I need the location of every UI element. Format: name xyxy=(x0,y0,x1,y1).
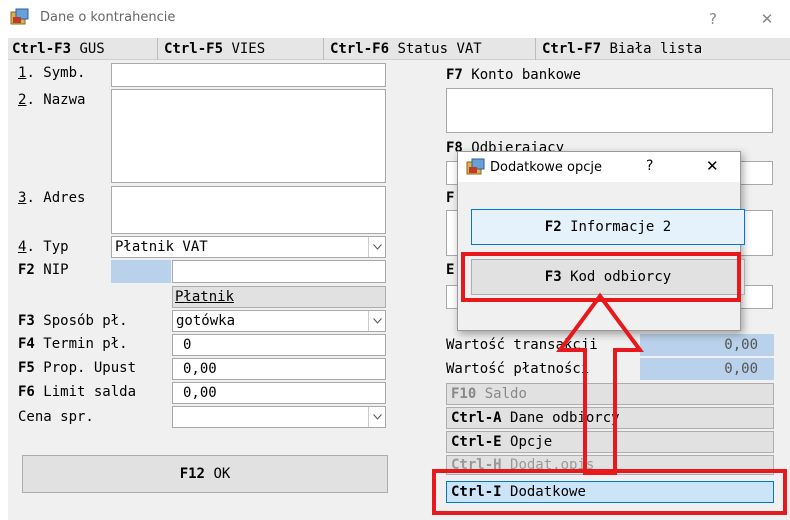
window-title: Dane o kontrahencie xyxy=(40,10,176,25)
chevron-down-icon[interactable] xyxy=(368,407,385,427)
symb-label: 1. Symb. xyxy=(18,65,86,81)
app-icon xyxy=(10,8,30,26)
nip-label: F2 NIP xyxy=(18,262,69,278)
termin-input[interactable]: 0 xyxy=(172,334,386,356)
dialog-close-button[interactable]: ✕ xyxy=(706,157,719,175)
sposob-select[interactable]: gotówka xyxy=(172,310,386,332)
adres-input[interactable] xyxy=(111,186,386,234)
vies-button[interactable]: Ctrl-F5 VIES xyxy=(160,38,324,60)
f9-label-partial: F xyxy=(446,190,455,206)
prop-label: F5 Prop. Upust xyxy=(18,360,137,376)
platnik-label: Płatnik xyxy=(175,289,235,305)
e-label-partial: E xyxy=(446,262,455,278)
sposob-value: gotówka xyxy=(176,313,236,329)
typ-select[interactable]: Płatnik VAT xyxy=(111,236,386,258)
dialog-title: Dodatkowe opcje xyxy=(490,160,603,175)
platnik-button[interactable]: Płatnik xyxy=(172,286,386,308)
help-button[interactable]: ? xyxy=(698,6,728,32)
limit-input[interactable]: 0,00 xyxy=(172,382,386,404)
nip-input[interactable] xyxy=(172,260,386,283)
symb-input[interactable] xyxy=(111,63,386,87)
informacje-2-button[interactable]: F2 Informacje 2 xyxy=(471,209,745,245)
konto-input[interactable] xyxy=(446,88,773,133)
chevron-down-icon[interactable] xyxy=(368,311,385,331)
chevron-down-icon[interactable] xyxy=(368,237,385,257)
limit-label: F6 Limit salda xyxy=(18,384,137,400)
dialog-app-icon xyxy=(466,158,486,176)
termin-label: F4 Termin pł. xyxy=(18,336,128,352)
cena-select[interactable] xyxy=(172,406,386,428)
typ-label: 4. Typ xyxy=(18,239,69,255)
biala-label: Biała lista xyxy=(609,41,703,57)
nip-prefix-field[interactable] xyxy=(111,260,171,283)
sposob-label: F3 Sposób pł. xyxy=(18,313,128,329)
vat-label: Status VAT xyxy=(397,41,482,57)
cena-label: Cena spr. xyxy=(18,409,94,425)
ok-button[interactable]: F12 OK xyxy=(22,455,388,493)
dialog-help-button[interactable]: ? xyxy=(646,158,653,174)
vat-key: Ctrl-F6 xyxy=(330,41,390,57)
nazwa-input[interactable] xyxy=(111,89,386,183)
annotation-arrow-icon xyxy=(556,292,644,475)
status-vat-button[interactable]: Ctrl-F6 Status VAT xyxy=(326,38,536,60)
typ-value: Płatnik VAT xyxy=(115,239,208,255)
biala-key: Ctrl-F7 xyxy=(542,41,602,57)
prop-input[interactable]: 0,00 xyxy=(172,358,386,380)
annotation-highlight-dodatkowe xyxy=(432,469,787,515)
vies-key: Ctrl-F5 xyxy=(164,41,224,57)
konto-label: F7 Konto bankowe xyxy=(446,67,581,83)
nazwa-label: 2. Nazwa xyxy=(18,92,86,108)
wart-trans-value: 0,00 xyxy=(640,334,774,356)
gus-label: GUS xyxy=(79,41,105,57)
close-button[interactable]: ✕ xyxy=(752,6,782,32)
gus-button[interactable]: Ctrl-F3 GUS xyxy=(8,38,158,60)
vies-label: VIES xyxy=(231,41,266,57)
gus-key: Ctrl-F3 xyxy=(12,41,72,57)
adres-label: 3. Adres xyxy=(18,190,86,206)
biala-lista-button[interactable]: Ctrl-F7 Biała lista xyxy=(538,38,770,60)
wart-plat-value: 0,00 xyxy=(640,358,774,380)
